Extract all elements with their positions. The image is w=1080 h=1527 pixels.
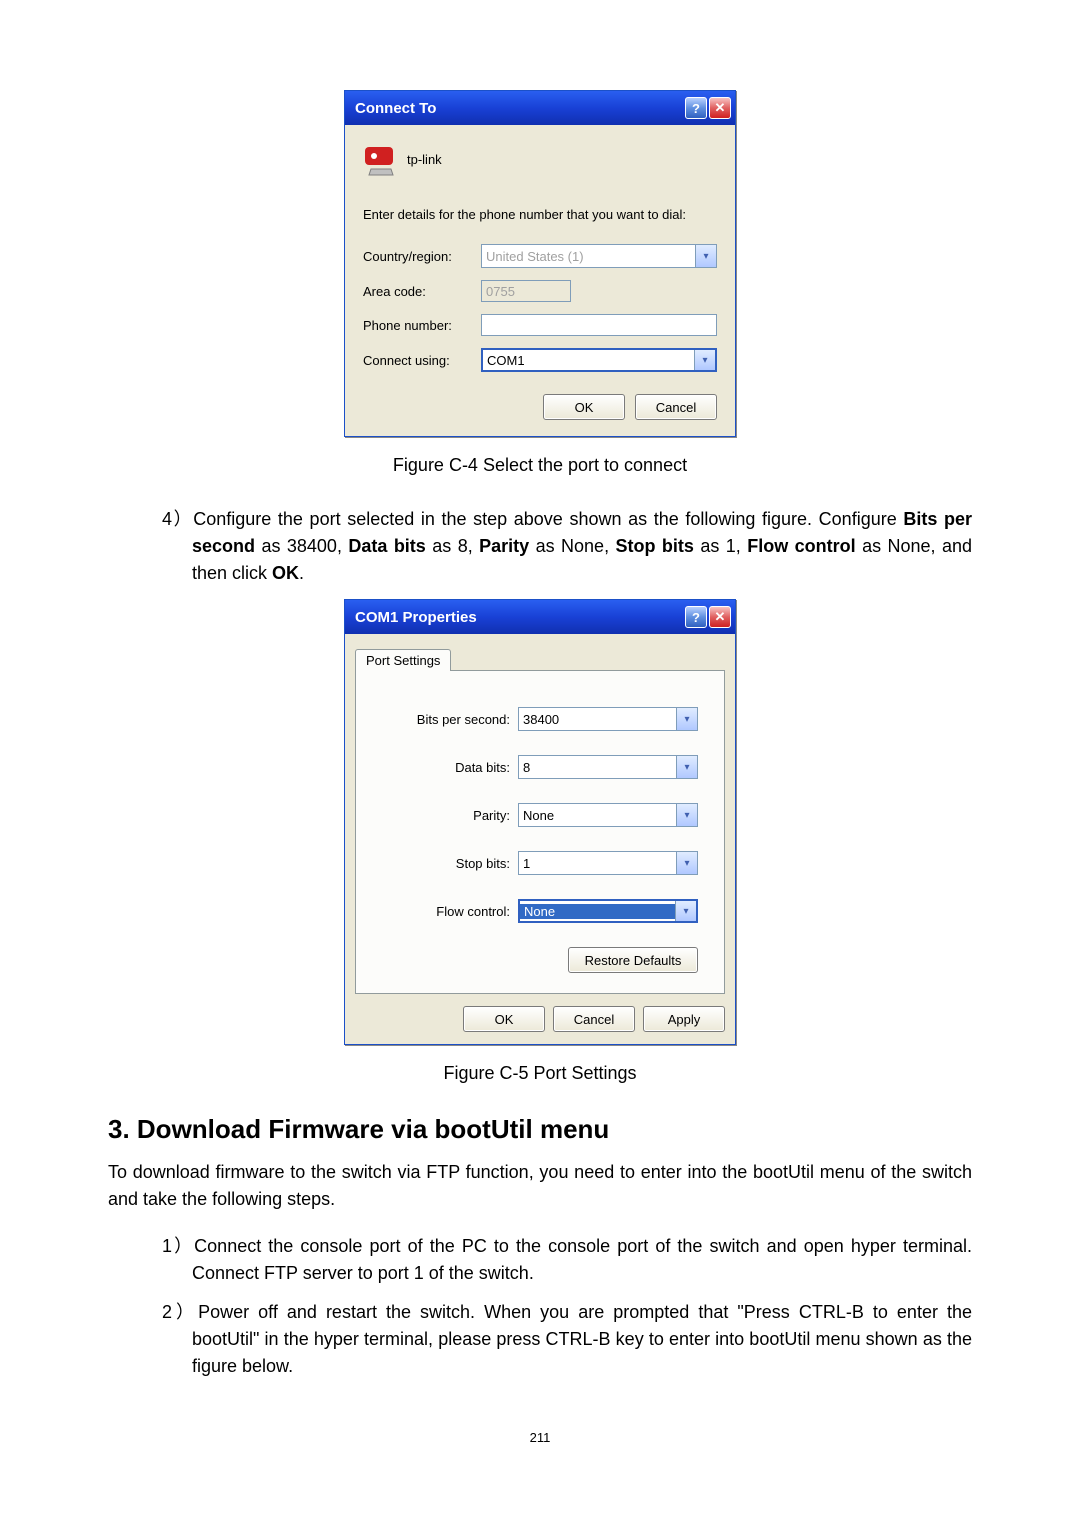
- section-intro: To download firmware to the switch via F…: [108, 1159, 972, 1213]
- figure-caption-c4: Figure C-4 Select the port to connect: [108, 455, 972, 476]
- chevron-down-icon: ▾: [676, 852, 697, 874]
- chevron-down-icon: ▾: [694, 350, 715, 370]
- parity-label: Parity:: [473, 808, 510, 823]
- chevron-down-icon: ▾: [676, 756, 697, 778]
- area-code-label: Area code:: [363, 284, 481, 299]
- flow-control-label: Flow control:: [436, 904, 510, 919]
- apply-button[interactable]: Apply: [643, 1006, 725, 1032]
- help-button[interactable]: ?: [685, 97, 707, 119]
- cancel-button[interactable]: Cancel: [635, 394, 717, 420]
- tab-port-settings[interactable]: Port Settings: [355, 649, 451, 671]
- step-2: 2）Power off and restart the switch. When…: [108, 1299, 972, 1380]
- country-label: Country/region:: [363, 249, 481, 264]
- chevron-down-icon: ▾: [675, 901, 696, 921]
- connect-to-dialog: Connect To ? ✕ tp-link Enter details for…: [344, 90, 736, 437]
- port-settings-panel: Bits per second: 38400 ▾ Data bits: 8 ▾ …: [355, 670, 725, 994]
- restore-defaults-button[interactable]: Restore Defaults: [568, 947, 698, 973]
- step-4: 4）Configure the port selected in the ste…: [108, 506, 972, 587]
- dialog-title: COM1 Properties: [355, 609, 685, 626]
- dialog-titlebar: COM1 Properties ? ✕: [345, 600, 735, 634]
- page-number: 211: [108, 1430, 972, 1445]
- parity-select[interactable]: None ▾: [518, 803, 698, 827]
- chevron-down-icon: ▾: [676, 804, 697, 826]
- step-1: 1）Connect the console port of the PC to …: [108, 1233, 972, 1287]
- ok-button[interactable]: OK: [543, 394, 625, 420]
- connect-using-select[interactable]: COM1 ▾: [481, 348, 717, 372]
- close-button[interactable]: ✕: [709, 97, 731, 119]
- cancel-button[interactable]: Cancel: [553, 1006, 635, 1032]
- com1-properties-dialog: COM1 Properties ? ✕ Port Settings Bits p…: [344, 599, 736, 1045]
- phone-icon: [363, 141, 399, 177]
- area-code-input[interactable]: [481, 280, 571, 302]
- bits-per-second-select[interactable]: 38400 ▾: [518, 707, 698, 731]
- chevron-down-icon: ▾: [695, 245, 716, 267]
- bits-per-second-label: Bits per second:: [417, 712, 510, 727]
- connect-using-label: Connect using:: [363, 353, 481, 368]
- connection-name: tp-link: [407, 152, 442, 167]
- prompt-text: Enter details for the phone number that …: [363, 207, 717, 222]
- section-heading: 3. Download Firmware via bootUtil menu: [108, 1114, 972, 1145]
- stop-bits-label: Stop bits:: [456, 856, 510, 871]
- data-bits-select[interactable]: 8 ▾: [518, 755, 698, 779]
- ok-button[interactable]: OK: [463, 1006, 545, 1032]
- phone-number-label: Phone number:: [363, 318, 481, 333]
- stop-bits-select[interactable]: 1 ▾: [518, 851, 698, 875]
- dialog-titlebar: Connect To ? ✕: [345, 91, 735, 125]
- country-select[interactable]: United States (1) ▾: [481, 244, 717, 268]
- figure-caption-c5: Figure C-5 Port Settings: [108, 1063, 972, 1084]
- chevron-down-icon: ▾: [676, 708, 697, 730]
- phone-number-input[interactable]: [481, 314, 717, 336]
- dialog-title: Connect To: [355, 100, 685, 117]
- data-bits-label: Data bits:: [455, 760, 510, 775]
- help-button[interactable]: ?: [685, 606, 707, 628]
- flow-control-select[interactable]: None ▾: [518, 899, 698, 923]
- close-button[interactable]: ✕: [709, 606, 731, 628]
